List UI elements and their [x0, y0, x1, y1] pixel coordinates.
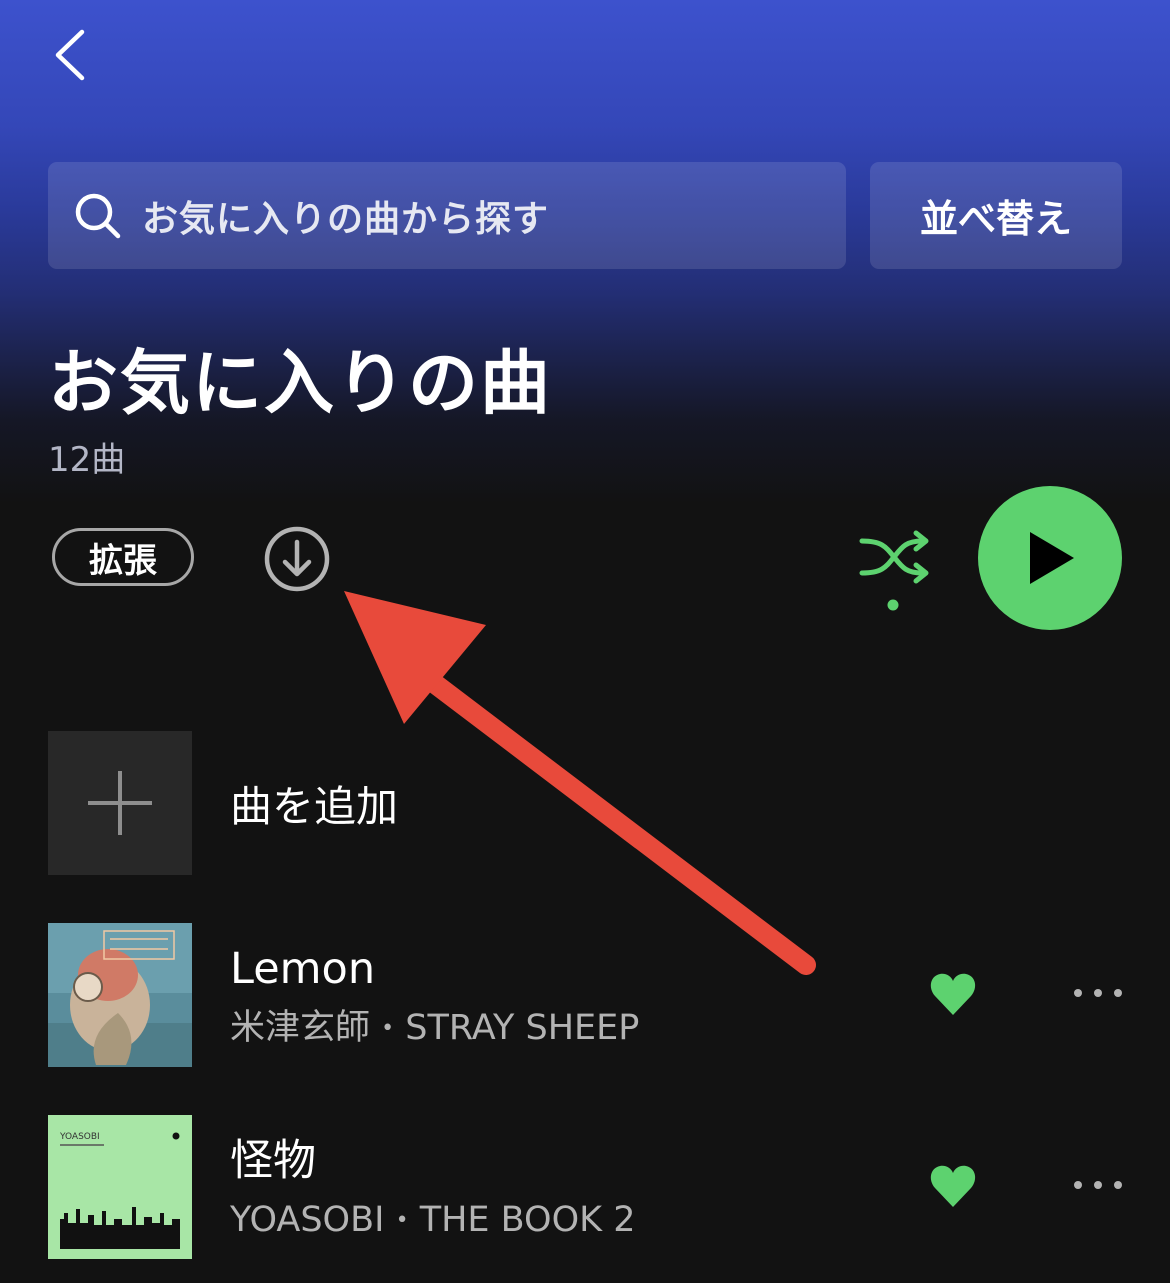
- album-art: YOASOBI: [48, 1115, 192, 1259]
- more-options-button[interactable]: [1070, 975, 1126, 1011]
- track-row[interactable]: Lemon 米津玄師 • STRAY SHEEP: [48, 923, 1138, 1067]
- expand-button[interactable]: 拡張: [52, 528, 194, 586]
- separator-dot: •: [381, 1016, 395, 1041]
- page-title: お気に入りの曲: [48, 342, 552, 424]
- track-subtitle: YOASOBI • THE BOOK 2: [230, 1197, 636, 1244]
- more-options-button[interactable]: [1070, 1167, 1126, 1203]
- sort-button[interactable]: 並べ替え: [870, 162, 1122, 269]
- download-button[interactable]: [263, 525, 331, 593]
- track-row[interactable]: YOASOBI 怪物 YOASOBI • THE BOOK 2: [48, 1115, 1138, 1259]
- back-button[interactable]: [40, 20, 110, 90]
- add-song-label: 曲を追加: [230, 781, 399, 831]
- search-icon: [75, 193, 121, 238]
- track-subtitle: 米津玄師 • STRAY SHEEP: [230, 1005, 639, 1052]
- album-art-text: YOASOBI: [59, 1132, 100, 1142]
- more-icon: [1074, 1181, 1122, 1189]
- more-icon: [1074, 989, 1122, 997]
- song-count: 12曲: [48, 440, 126, 480]
- heart-icon: [930, 973, 976, 1015]
- track-title: Lemon: [230, 944, 376, 994]
- track-artist: 米津玄師: [230, 1008, 371, 1048]
- plus-icon: [88, 771, 152, 835]
- like-button[interactable]: [928, 1161, 978, 1211]
- track-artist: YOASOBI: [230, 1200, 385, 1240]
- play-icon: [1030, 532, 1074, 584]
- track-album: STRAY SHEEP: [405, 1008, 640, 1048]
- separator-dot: •: [395, 1208, 409, 1233]
- track-title: 怪物: [230, 1136, 316, 1186]
- track-album: THE BOOK 2: [419, 1200, 636, 1240]
- chevron-left-icon: [55, 29, 85, 81]
- search-placeholder: お気に入りの曲から探す: [142, 198, 550, 240]
- add-song-row[interactable]: 曲を追加: [48, 731, 1128, 875]
- shuffle-button[interactable]: [856, 527, 936, 617]
- like-button[interactable]: [928, 969, 978, 1019]
- shuffle-icon: [859, 530, 929, 611]
- play-button[interactable]: [978, 486, 1122, 630]
- add-tile: [48, 731, 192, 875]
- heart-icon: [930, 1165, 976, 1207]
- album-art: [48, 923, 192, 1067]
- download-icon: [264, 526, 330, 592]
- search-input[interactable]: お気に入りの曲から探す: [48, 162, 846, 269]
- shuffle-active-dot: [887, 599, 899, 611]
